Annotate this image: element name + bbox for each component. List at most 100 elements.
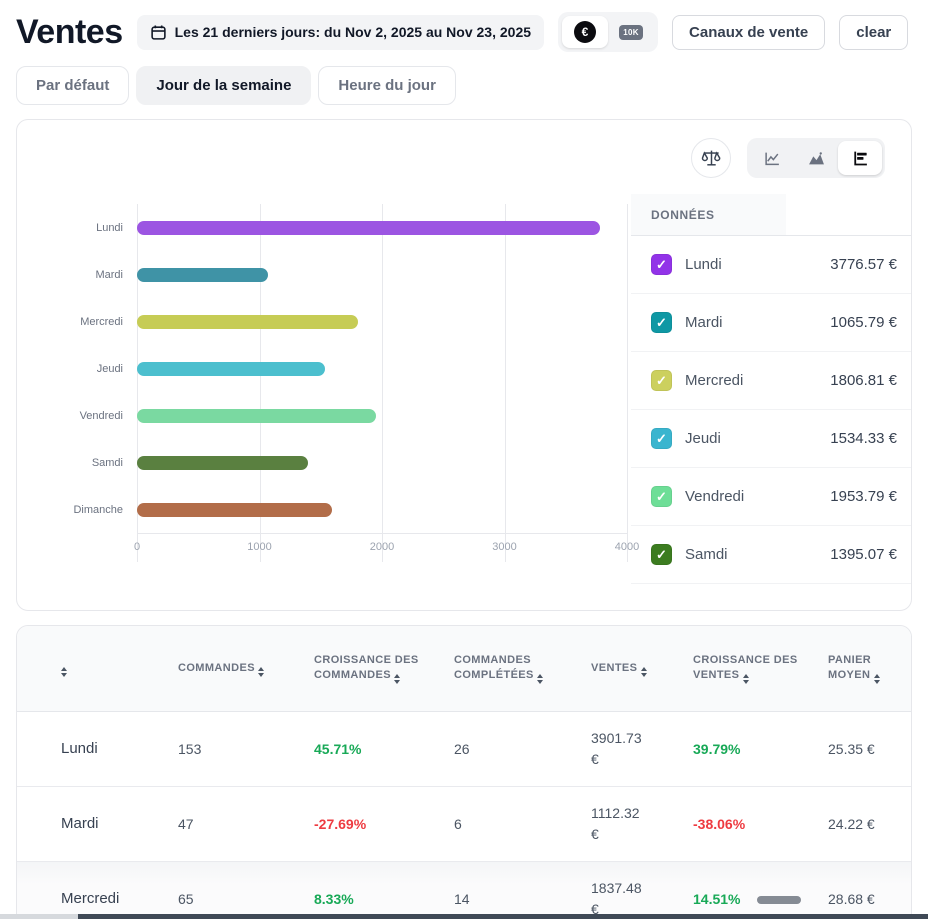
- table-header-row: COMMANDES CROISSANCE DES COMMANDES COMMA…: [17, 626, 911, 712]
- table-body: Lundi 153 45.71% 26 3901.73 € 39.79% 25.…: [17, 712, 911, 919]
- date-range-chip[interactable]: Les 21 derniers jours: du Nov 2, 2025 au…: [137, 15, 544, 50]
- legend-row[interactable]: ✓ Vendredi 1953.79 €: [631, 468, 911, 526]
- view-tab[interactable]: Heure du jour: [318, 66, 456, 105]
- sort-icon[interactable]: [641, 667, 647, 677]
- sort-icon[interactable]: [61, 667, 67, 677]
- table-row[interactable]: Lundi 153 45.71% 26 3901.73 € 39.79% 25.…: [17, 712, 911, 787]
- legend-series-label: Lundi: [685, 256, 722, 273]
- legend-row[interactable]: ✓ Samdi 1395.07 €: [631, 526, 911, 584]
- cell-croissance-ventes: 39.79%: [693, 739, 828, 760]
- 10k-icon: 10K: [619, 25, 643, 40]
- chart-category-label: Mardi: [37, 269, 137, 281]
- table-row[interactable]: Mercredi 65 8.33% 14 1837.48 € 14.51% 28…: [17, 862, 911, 919]
- legend-series-label: Mercredi: [685, 372, 743, 389]
- legend-series-label: Mardi: [685, 314, 723, 331]
- view-tab[interactable]: Par défaut: [16, 66, 129, 105]
- legend-series-label: Vendredi: [685, 488, 744, 505]
- clear-button[interactable]: clear: [839, 15, 908, 50]
- legend-row[interactable]: ✓ Mardi 1065.79 €: [631, 294, 911, 352]
- legend-checkbox[interactable]: ✓: [651, 428, 672, 449]
- chart-body: Lundi Mardi Mercredi Jeudi Vendredi Samd…: [37, 194, 911, 584]
- cell-commandes-completees: 6: [454, 814, 591, 835]
- x-tick-label: 3000: [492, 541, 516, 553]
- table-column-header[interactable]: VENTES: [591, 647, 693, 691]
- currency-unit-toggle: € 10K: [558, 12, 658, 52]
- cell-ventes: 1837.48 €: [591, 878, 663, 919]
- cell-commandes-completees: 26: [454, 739, 591, 760]
- chart-bar-row: Dimanche: [37, 486, 631, 533]
- cell-commandes-completees: 14: [454, 889, 591, 910]
- chart-bar[interactable]: [137, 221, 600, 235]
- cell-panier-moyen: 28.68 €: [828, 889, 900, 910]
- legend-checkbox[interactable]: ✓: [651, 254, 672, 275]
- legend-row[interactable]: ✓ Jeudi 1534.33 €: [631, 410, 911, 468]
- cell-day: Lundi: [61, 738, 178, 761]
- chart-type-hbar[interactable]: [838, 141, 882, 175]
- table-column-label: PANIER MOYEN: [828, 654, 871, 682]
- table-column-header[interactable]: PANIER MOYEN: [828, 639, 911, 699]
- chart-type-area[interactable]: [794, 141, 838, 175]
- legend-series-label: Samdi: [685, 546, 728, 563]
- cell-panier-moyen: 25.35 €: [828, 739, 900, 760]
- legend-series-value: 1395.07 €: [830, 546, 897, 563]
- view-tabs: Par défautJour de la semaineHeure du jou…: [0, 58, 928, 115]
- legend-series-value: 1534.33 €: [830, 430, 897, 447]
- line-chart-icon: [764, 150, 781, 167]
- table-column-label: COMMANDES: [178, 662, 255, 674]
- sort-icon[interactable]: [394, 674, 400, 684]
- legend-row[interactable]: ✓ Mercredi 1806.81 €: [631, 352, 911, 410]
- table-row[interactable]: Mardi 47 -27.69% 6 1112.32 € -38.06% 24.…: [17, 787, 911, 862]
- cell-commandes: 65: [178, 889, 314, 910]
- area-chart-icon: [808, 150, 825, 167]
- legend-checkbox[interactable]: ✓: [651, 370, 672, 391]
- legend-checkbox[interactable]: ✓: [651, 544, 672, 565]
- chart-bar[interactable]: [137, 315, 358, 329]
- bar-chart-plot: Lundi Mardi Mercredi Jeudi Vendredi Samd…: [37, 194, 631, 584]
- chart-type-line[interactable]: [750, 141, 794, 175]
- table-column-header[interactable]: CROISSANCE DES COMMANDES: [314, 639, 454, 699]
- legend-title: DONNÉES: [631, 194, 786, 235]
- legend-rows: ✓ Lundi 3776.57 € ✓ Mardi 1065.79 € ✓ Me…: [631, 236, 911, 584]
- currency-toggle-10k[interactable]: 10K: [608, 16, 654, 48]
- x-tick-label: 4000: [615, 541, 639, 553]
- view-tab[interactable]: Jour de la semaine: [136, 66, 311, 105]
- cell-ventes: 3901.73 €: [591, 728, 663, 770]
- chart-bar-row: Vendredi: [37, 392, 631, 439]
- bottom-edge-strip: [0, 914, 928, 919]
- chart-bar[interactable]: [137, 362, 325, 376]
- chart-bar-row: Samdi: [37, 439, 631, 486]
- chart-bar[interactable]: [137, 456, 308, 470]
- cell-croissance-commandes: 8.33%: [314, 889, 454, 910]
- table-column-label: CROISSANCE DES COMMANDES: [314, 654, 419, 682]
- sales-channels-button[interactable]: Canaux de vente: [672, 15, 825, 50]
- legend-series-value: 1065.79 €: [830, 314, 897, 331]
- x-tick-label: 2000: [370, 541, 394, 553]
- chart-bar[interactable]: [137, 268, 268, 282]
- chart-category-label: Dimanche: [37, 504, 137, 516]
- table-column-header[interactable]: COMMANDES: [178, 647, 314, 691]
- table-column-header[interactable]: COMMANDES COMPLÉTÉES: [454, 639, 591, 699]
- legend-checkbox[interactable]: ✓: [651, 312, 672, 333]
- cell-day: Mercredi: [61, 888, 178, 911]
- compare-scale-button[interactable]: [691, 138, 731, 178]
- chart-bar[interactable]: [137, 409, 376, 423]
- sort-icon[interactable]: [537, 674, 543, 684]
- data-table-card: COMMANDES CROISSANCE DES COMMANDES COMMA…: [16, 625, 912, 919]
- cell-croissance-commandes: 45.71%: [314, 739, 454, 760]
- currency-toggle-euro[interactable]: €: [562, 16, 608, 48]
- legend-series-value: 1806.81 €: [830, 372, 897, 389]
- legend-series-label: Jeudi: [685, 430, 721, 447]
- cell-day: Mardi: [61, 813, 178, 836]
- table-column-header[interactable]: CROISSANCE DES VENTES: [693, 639, 828, 699]
- sort-icon[interactable]: [258, 667, 264, 677]
- chart-legend: DONNÉES ✓ Lundi 3776.57 € ✓ Mardi 1065.7…: [631, 194, 911, 584]
- table-column-header[interactable]: [61, 647, 178, 691]
- legend-row[interactable]: ✓ Lundi 3776.57 €: [631, 236, 911, 294]
- sort-icon[interactable]: [743, 674, 749, 684]
- horizontal-scrollbar-thumb[interactable]: [757, 896, 801, 904]
- euro-icon: €: [574, 21, 596, 43]
- legend-checkbox[interactable]: ✓: [651, 486, 672, 507]
- chart-bar[interactable]: [137, 503, 332, 517]
- sort-icon[interactable]: [874, 674, 880, 684]
- page-header: Ventes Les 21 derniers jours: du Nov 2, …: [0, 0, 928, 58]
